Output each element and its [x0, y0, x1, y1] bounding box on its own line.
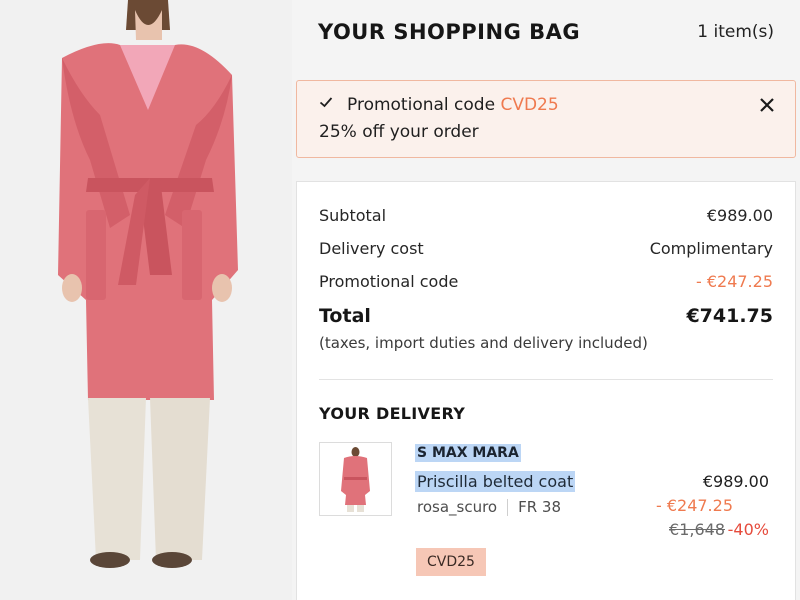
product-discount: - €247.25: [655, 496, 733, 515]
product-thumbnail[interactable]: [319, 442, 392, 516]
page-title: YOUR SHOPPING BAG: [318, 20, 581, 44]
promo-badge: CVD25: [416, 548, 486, 576]
product-percent-off: -40%: [727, 520, 769, 539]
total-row: Total €741.75: [319, 305, 773, 327]
promo-banner: Promotional code CVD25 25% off your orde…: [296, 80, 796, 158]
order-summary: Subtotal €989.00 Delivery cost Complimen…: [296, 181, 796, 600]
product-price: €989.00: [702, 472, 769, 491]
product-color: rosa_scuro: [417, 498, 498, 516]
total-label: Total: [319, 305, 371, 327]
check-icon: [319, 97, 333, 108]
meta-separator: [507, 498, 509, 516]
promo-code-row: Promotional code - €247.25: [319, 272, 773, 291]
delivery-title: YOUR DELIVERY: [319, 404, 466, 423]
subtotal-row: Subtotal €989.00: [319, 206, 773, 225]
shopping-bag-panel: YOUR SHOPPING BAG 1 item(s) Promotional …: [292, 0, 800, 600]
tax-note: (taxes, import duties and delivery inclu…: [319, 334, 648, 352]
promo-prefix: Promotional code: [347, 95, 496, 115]
promo-code: CVD25: [500, 95, 559, 115]
product-meta: rosa_scuro FR 38: [417, 498, 561, 516]
promo-code-label: Promotional code: [319, 272, 459, 291]
coat-model-illustration: [0, 0, 292, 600]
item-count: 1 item(s): [697, 22, 774, 42]
promo-description: 25% off your order: [319, 122, 479, 142]
delivery-cost-row: Delivery cost Complimentary: [319, 239, 773, 258]
product-size: FR 38: [518, 498, 562, 516]
total-value: €741.75: [686, 305, 773, 327]
delivery-cost-label: Delivery cost: [319, 239, 424, 258]
close-icon[interactable]: [759, 97, 775, 113]
product-original-price: €1,648: [669, 520, 725, 539]
subtotal-label: Subtotal: [319, 206, 387, 225]
divider: [319, 379, 773, 380]
coat-thumbnail-illustration: [320, 443, 391, 515]
promo-code-value: - €247.25: [695, 272, 773, 291]
delivery-cost-value: Complimentary: [649, 239, 773, 258]
promo-heading: Promotional code CVD25: [347, 95, 559, 115]
product-name[interactable]: Priscilla belted coat: [415, 471, 576, 492]
product-brand[interactable]: S MAX MARA: [415, 444, 521, 462]
subtotal-value: €989.00: [706, 206, 773, 225]
product-image: [0, 0, 292, 600]
